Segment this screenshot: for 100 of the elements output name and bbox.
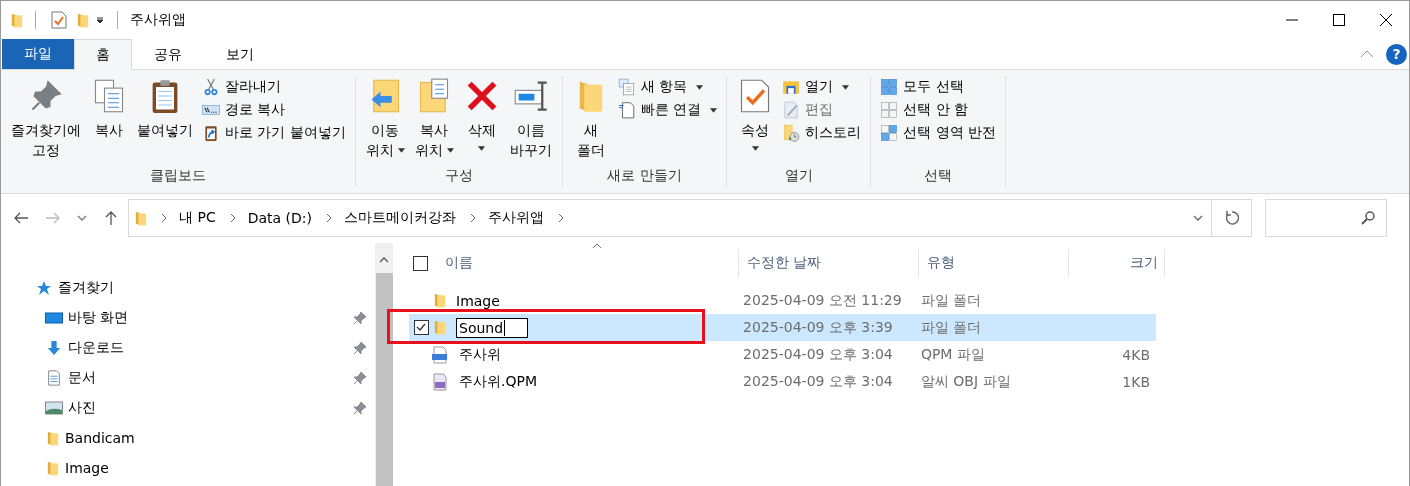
- ribbon-button[interactable]: 속성: [733, 76, 778, 153]
- sidebar-item[interactable]: Bandicam: [1, 423, 375, 453]
- sidebar-item[interactable]: 바탕 화면: [1, 303, 375, 333]
- file-row[interactable]: Sound 2025-04-09 오후 3:39 파일 폴더: [409, 314, 1156, 341]
- breadcrumb[interactable]: Data (D:): [247, 210, 312, 226]
- caret-icon: [446, 147, 454, 153]
- file-icon: [431, 345, 449, 364]
- window-title: 주사위앱: [130, 11, 186, 29]
- type-cell: 파일 폴더: [920, 291, 982, 310]
- ribbon-tab[interactable]: 홈: [74, 39, 132, 70]
- grid-icon: [880, 101, 899, 119]
- grid-icon: [880, 78, 899, 96]
- collapse-icon[interactable]: [1360, 50, 1374, 58]
- sidebar-item[interactable]: 문서: [1, 363, 375, 393]
- group-label: 새로 만들기: [606, 167, 683, 185]
- text-cursor-icon: [512, 78, 549, 114]
- sidebar-item[interactable]: 사진: [1, 393, 375, 423]
- file-row[interactable]: Image 2025-04-09 오전 11:29 파일 폴더: [409, 287, 1156, 314]
- ribbon-button[interactable]: 붙여넣기: [133, 76, 197, 142]
- folder-clock-icon: [782, 124, 801, 142]
- ribbon-button[interactable]: 즐겨찾기에 고정: [7, 76, 85, 162]
- caret-icon[interactable]: [95, 15, 105, 25]
- column-header[interactable]: 수정한 날짜: [747, 254, 822, 272]
- caret-icon: [478, 146, 486, 151]
- file-menu-tab[interactable]: 파일: [2, 39, 74, 69]
- size-cell: 1KB: [1122, 373, 1150, 390]
- ribbon-command[interactable]: 경로 복사: [199, 100, 349, 120]
- caret-icon: [397, 147, 405, 153]
- ribbon-button[interactable]: 삭제: [459, 76, 504, 153]
- caret-icon: [696, 84, 704, 90]
- ribbon-tab[interactable]: 공유: [132, 39, 204, 70]
- rename-field[interactable]: Sound: [456, 317, 528, 338]
- group-label: 구성: [443, 167, 474, 185]
- file-row[interactable]: 주사위.QPM 2025-04-09 오후 3:04 알씨 OBJ 파일 1KB: [409, 368, 1156, 395]
- group-label: 클립보드: [148, 167, 207, 185]
- ribbon-command[interactable]: 모두 선택: [877, 77, 1000, 97]
- ribbon-command[interactable]: 선택 영역 반전: [877, 123, 1000, 143]
- star-icon: [36, 280, 52, 296]
- file-name: 주사위.QPM: [459, 372, 537, 391]
- blank-page-icon: [617, 101, 636, 119]
- checkbox[interactable]: [413, 255, 428, 271]
- folder-icon: [434, 319, 446, 336]
- up-arrow-icon[interactable]: [103, 210, 119, 226]
- ribbon-command[interactable]: 빠른 연결: [614, 100, 721, 120]
- image-icon: [45, 400, 63, 416]
- date-cell: 2025-04-09 오후 3:39: [743, 318, 893, 337]
- scroll-up-icon[interactable]: [379, 257, 389, 263]
- caret-icon: [842, 84, 850, 90]
- ribbon-command[interactable]: 잘라내기: [199, 77, 349, 97]
- column-header[interactable]: 유형: [927, 254, 955, 272]
- type-cell: QPM 파일: [920, 345, 985, 364]
- file-row[interactable]: 주사위 2025-04-09 오후 3:04 QPM 파일 4KB: [409, 341, 1156, 368]
- group-label: 선택: [923, 167, 954, 185]
- date-cell: 2025-04-09 오후 3:04: [743, 372, 893, 391]
- scrollbar[interactable]: [375, 243, 393, 486]
- chevron-down-icon[interactable]: [77, 215, 87, 221]
- ribbon-button[interactable]: 이름 바꾸기: [505, 76, 556, 162]
- chevron-down-icon[interactable]: [1193, 215, 1203, 221]
- sidebar-item[interactable]: 다운로드: [1, 333, 375, 363]
- ribbon-button[interactable]: 이동 위치: [361, 76, 409, 162]
- ribbon-command[interactable]: 바로 가기 붙여넣기: [199, 123, 349, 143]
- caret-icon: [751, 146, 759, 151]
- folder-icon: [47, 429, 59, 447]
- checkbox[interactable]: [414, 320, 429, 335]
- column-header[interactable]: 크기: [1130, 254, 1158, 272]
- type-cell: 파일 폴더: [920, 318, 982, 337]
- ribbon-command[interactable]: 히스토리: [779, 123, 865, 143]
- ribbon-button[interactable]: 새 폴더: [568, 76, 613, 162]
- close-icon: [1379, 14, 1392, 26]
- size-cell: 4KB: [1122, 346, 1150, 363]
- refresh-button[interactable]: [1212, 199, 1252, 237]
- breadcrumb[interactable]: 스마트메이커강좌: [344, 209, 456, 227]
- caret-icon: [710, 107, 718, 113]
- edit-page-icon: [782, 101, 801, 119]
- ribbon-command[interactable]: 열기: [779, 77, 865, 97]
- file-name: 주사위: [459, 345, 501, 364]
- address-bar[interactable]: 내 PC Data (D:) 스마트메이커강좌 주사위앱: [128, 199, 1212, 237]
- search-field[interactable]: [1265, 199, 1387, 237]
- folder-icon: [47, 459, 59, 477]
- ribbon-command[interactable]: 선택 안 함: [877, 100, 1000, 120]
- ribbon-button[interactable]: 복사: [87, 76, 131, 142]
- checklist-icon[interactable]: [51, 11, 67, 29]
- ribbon-button[interactable]: 복사 위치: [410, 76, 458, 162]
- folder-icon: [434, 292, 446, 309]
- quick-access-item[interactable]: 즐겨찾기: [1, 273, 375, 303]
- ribbon-command[interactable]: 새 항목: [614, 77, 721, 97]
- date-cell: 2025-04-09 오전 11:29: [743, 291, 902, 310]
- column-header[interactable]: 이름: [445, 254, 473, 272]
- help-button[interactable]: ?: [1386, 43, 1407, 65]
- back-arrow-icon[interactable]: [13, 210, 29, 226]
- type-cell: 알씨 OBJ 파일: [920, 372, 1011, 391]
- monitor-icon: [45, 310, 63, 326]
- sidebar-item[interactable]: Image: [1, 453, 375, 483]
- chevron-right-icon: [558, 213, 564, 223]
- grid-icon: [880, 124, 899, 142]
- ribbon-tab[interactable]: 보기: [204, 39, 276, 70]
- breadcrumb[interactable]: 주사위앱: [488, 209, 544, 227]
- file-name: Image: [456, 292, 500, 309]
- folder-window-icon: [782, 78, 801, 96]
- breadcrumb[interactable]: 내 PC: [179, 209, 216, 227]
